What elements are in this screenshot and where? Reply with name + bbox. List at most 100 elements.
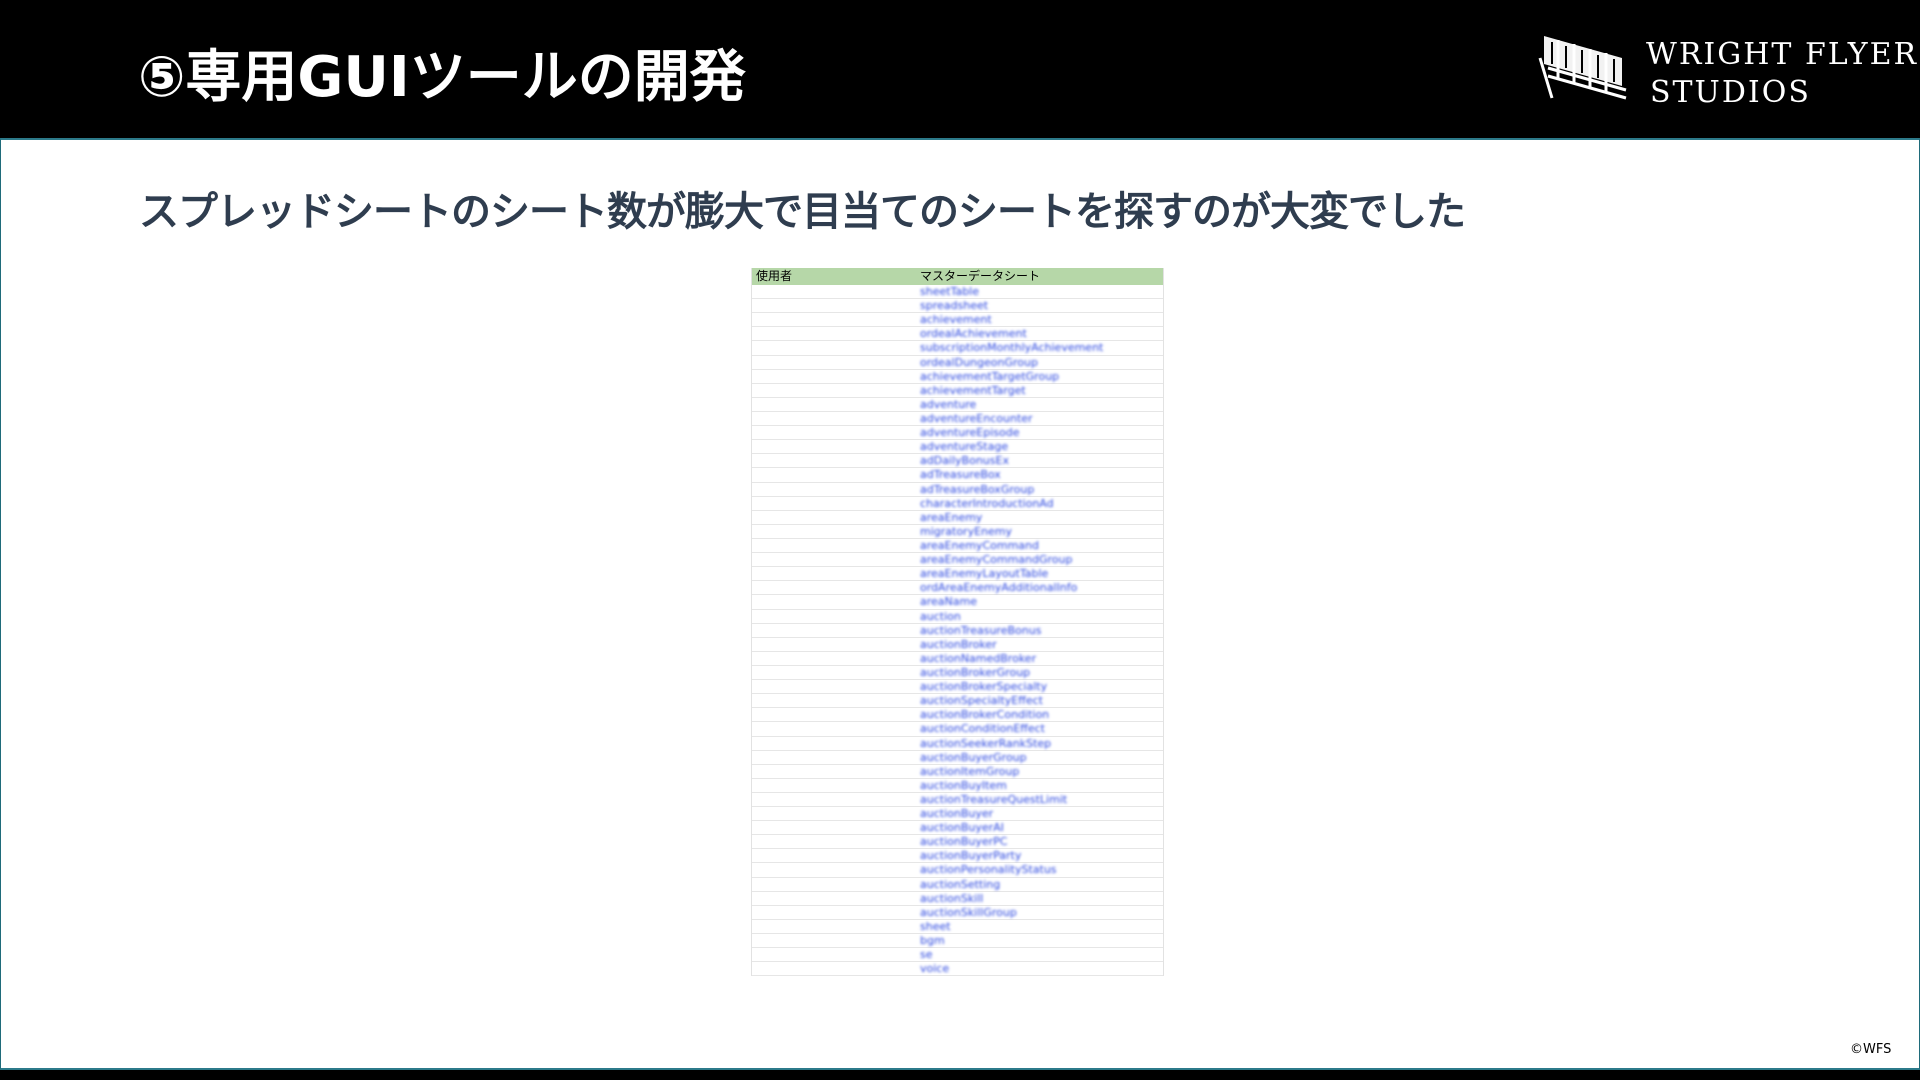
sheet-link[interactable]: auctionBuyerParty: [918, 849, 1163, 862]
sheet-link[interactable]: subscriptionMonthlyAchievement: [918, 341, 1163, 354]
user-cell: [752, 624, 918, 637]
sheet-link[interactable]: auctionNamedBroker: [918, 652, 1163, 665]
table-row: auctionBrokerGroup: [752, 666, 1163, 681]
sheet-link[interactable]: auctionSpecialtyEffect: [918, 694, 1163, 707]
sheet-link[interactable]: adventureEpisode: [918, 426, 1163, 439]
sheet-link[interactable]: areaEnemyLayoutTable: [918, 567, 1163, 580]
table-row: areaEnemyCommandGroup: [752, 553, 1163, 568]
sheet-link[interactable]: auction: [918, 610, 1163, 623]
biplane-icon: [1538, 36, 1627, 100]
sheet-link[interactable]: auctionSetting: [918, 878, 1163, 891]
user-cell: [752, 835, 918, 848]
sheet-link[interactable]: auctionItemGroup: [918, 765, 1163, 778]
sheet-link[interactable]: auctionBrokerCondition: [918, 708, 1163, 721]
user-cell: [752, 722, 918, 735]
sheet-link[interactable]: adTreasureBoxGroup: [918, 483, 1163, 496]
table-row: bgm: [752, 934, 1163, 949]
sheet-link[interactable]: auctionTreasureQuestLimit: [918, 793, 1163, 806]
user-cell: [752, 906, 918, 919]
table-row: areaName: [752, 595, 1163, 610]
table-row: adventureEpisode: [752, 426, 1163, 441]
sheet-link[interactable]: auctionBuyerPC: [918, 835, 1163, 848]
sheet-link[interactable]: adTreasureBox: [918, 468, 1163, 481]
sheet-link[interactable]: auctionBuyerGroup: [918, 751, 1163, 764]
user-cell: [752, 581, 918, 594]
table-row: adventureEncounter: [752, 412, 1163, 427]
sheet-link[interactable]: auctionTreasureBonus: [918, 624, 1163, 637]
sheet-link[interactable]: bgm: [918, 934, 1163, 947]
sheet-link[interactable]: auctionBuyItem: [918, 779, 1163, 792]
sheet-link[interactable]: auctionBroker: [918, 638, 1163, 651]
user-cell: [752, 708, 918, 721]
table-row: auctionBuyerPC: [752, 835, 1163, 850]
table-row: achievementTarget: [752, 384, 1163, 398]
user-cell: [752, 595, 918, 608]
sheet-link[interactable]: ordAreaEnemyAdditionalInfo: [918, 581, 1163, 594]
user-cell: [752, 779, 918, 792]
table-row: migratoryEnemy: [752, 525, 1163, 539]
sheet-link[interactable]: areaEnemyCommandGroup: [918, 553, 1163, 566]
sheet-link[interactable]: auctionBrokerGroup: [918, 666, 1163, 679]
table-row: auctionSkill: [752, 892, 1163, 906]
sheet-link[interactable]: areaEnemy: [918, 511, 1163, 524]
user-cell: [752, 610, 918, 623]
user-cell: [752, 525, 918, 538]
table-row: characterIntroductionAd: [752, 497, 1163, 511]
sheet-link[interactable]: adDailyBonusEx: [918, 454, 1163, 467]
logo-line2: STUDIOS: [1650, 75, 1811, 110]
user-cell: [752, 454, 918, 467]
table-row: auctionBuyerGroup: [752, 751, 1163, 765]
table-row: auctionTreasureQuestLimit: [752, 793, 1163, 808]
user-cell: [752, 666, 918, 679]
table-row: auctionPersonalityStatus: [752, 863, 1163, 878]
user-cell: [752, 807, 918, 820]
column-header-master-sheet: マスターデータシート: [920, 269, 1041, 283]
user-cell: [752, 539, 918, 552]
sheet-link[interactable]: auctionBuyer: [918, 807, 1163, 820]
sheet-link[interactable]: characterIntroductionAd: [918, 497, 1163, 510]
sheet-link[interactable]: auctionSeekerRankStep: [918, 737, 1163, 750]
sheet-link[interactable]: voice: [918, 962, 1163, 975]
sheet-link[interactable]: migratoryEnemy: [918, 525, 1163, 538]
sheet-link[interactable]: auctionSkill: [918, 892, 1163, 905]
user-cell: [752, 313, 918, 326]
user-cell: [752, 398, 918, 411]
sheet-link[interactable]: achievementTargetGroup: [918, 370, 1163, 383]
table-row: auction: [752, 610, 1163, 624]
user-cell: [752, 370, 918, 383]
slide-title: ⑤専用GUIツールの開発: [138, 45, 746, 110]
table-row: auctionSeekerRankStep: [752, 737, 1163, 751]
sheet-link[interactable]: auctionConditionEffect: [918, 722, 1163, 735]
sheet-link[interactable]: auctionBrokerSpecialty: [918, 680, 1163, 693]
sheet-link[interactable]: adventureEncounter: [918, 412, 1163, 425]
sheet-link[interactable]: sheetTable: [918, 285, 1163, 298]
user-cell: [752, 384, 918, 397]
user-cell: [752, 878, 918, 891]
user-cell: [752, 299, 918, 312]
user-cell: [752, 920, 918, 933]
sheet-link[interactable]: ordealAchievement: [918, 327, 1163, 340]
user-cell: [752, 751, 918, 764]
sheet-link[interactable]: adventure: [918, 398, 1163, 411]
sheet-link[interactable]: spreadsheet: [918, 299, 1163, 312]
sheet-link[interactable]: auctionBuyerAI: [918, 821, 1163, 834]
sheet-link[interactable]: auctionSkillGroup: [918, 906, 1163, 919]
sheet-link[interactable]: adventureStage: [918, 440, 1163, 453]
sheet-link[interactable]: achievement: [918, 313, 1163, 326]
table-row: ordAreaEnemyAdditionalInfo: [752, 581, 1163, 596]
sheet-link[interactable]: auctionPersonalityStatus: [918, 863, 1163, 876]
sheet-link[interactable]: achievementTarget: [918, 384, 1163, 397]
sheet-link[interactable]: areaName: [918, 595, 1163, 608]
table-row: sheet: [752, 920, 1163, 935]
user-cell: [752, 892, 918, 905]
user-cell: [752, 652, 918, 665]
sheet-link[interactable]: se: [918, 948, 1163, 961]
table-row: achievementTargetGroup: [752, 370, 1163, 384]
user-cell: [752, 285, 918, 298]
table-row: auctionTreasureBonus: [752, 624, 1163, 638]
sheet-link[interactable]: areaEnemyCommand: [918, 539, 1163, 552]
sheet-link[interactable]: sheet: [918, 920, 1163, 933]
slide-header: ⑤専用GUIツールの開発 WRIGHT FLYER STUDIOS: [0, 0, 1920, 138]
spreadsheet-table: 使用者 マスターデータシート sheetTable spreadsheet achi…: [751, 268, 1164, 977]
sheet-link[interactable]: ordealDungeonGroup: [918, 356, 1163, 369]
